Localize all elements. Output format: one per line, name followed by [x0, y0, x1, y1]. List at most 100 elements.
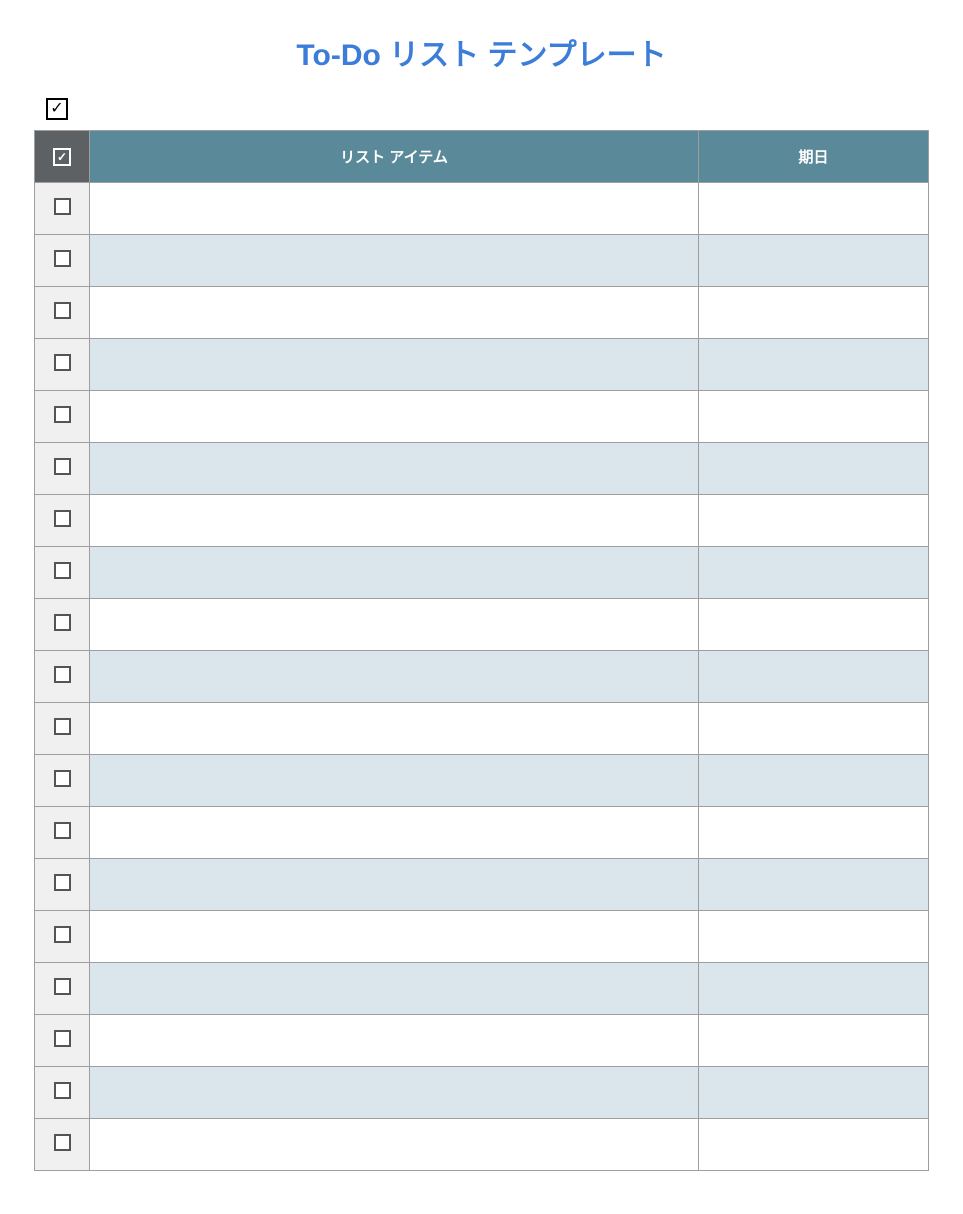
- row-item-cell[interactable]: [90, 1119, 699, 1171]
- row-item-cell[interactable]: [90, 651, 699, 703]
- header-due-column: 期日: [699, 131, 929, 183]
- header-item-column: リスト アイテム: [90, 131, 699, 183]
- unchecked-checkbox-icon[interactable]: [54, 1082, 71, 1099]
- row-due-cell[interactable]: [699, 807, 929, 859]
- table-row: [35, 703, 929, 755]
- table-row: [35, 599, 929, 651]
- page-title: To-Do リスト テンプレート: [34, 30, 929, 74]
- row-item-cell[interactable]: [90, 599, 699, 651]
- row-check-cell[interactable]: [35, 1119, 90, 1171]
- row-check-cell[interactable]: [35, 911, 90, 963]
- table-row: [35, 183, 929, 235]
- table-row: [35, 807, 929, 859]
- unchecked-checkbox-icon[interactable]: [54, 770, 71, 787]
- table-row: [35, 339, 929, 391]
- row-due-cell[interactable]: [699, 651, 929, 703]
- unchecked-checkbox-icon[interactable]: [54, 614, 71, 631]
- row-item-cell[interactable]: [90, 963, 699, 1015]
- row-item-cell[interactable]: [90, 859, 699, 911]
- table-row: [35, 911, 929, 963]
- row-check-cell[interactable]: [35, 547, 90, 599]
- row-check-cell[interactable]: [35, 651, 90, 703]
- unchecked-checkbox-icon[interactable]: [54, 978, 71, 995]
- table-row: [35, 391, 929, 443]
- unchecked-checkbox-icon[interactable]: [54, 198, 71, 215]
- row-due-cell[interactable]: [699, 703, 929, 755]
- row-item-cell[interactable]: [90, 1067, 699, 1119]
- row-check-cell[interactable]: [35, 755, 90, 807]
- row-item-cell[interactable]: [90, 547, 699, 599]
- unchecked-checkbox-icon[interactable]: [54, 406, 71, 423]
- row-due-cell[interactable]: [699, 339, 929, 391]
- row-item-cell[interactable]: [90, 495, 699, 547]
- row-item-cell[interactable]: [90, 391, 699, 443]
- row-check-cell[interactable]: [35, 443, 90, 495]
- todo-table: ✓ リスト アイテム 期日: [34, 130, 929, 1171]
- table-row: [35, 1015, 929, 1067]
- row-due-cell[interactable]: [699, 235, 929, 287]
- row-due-cell[interactable]: [699, 1067, 929, 1119]
- unchecked-checkbox-icon[interactable]: [54, 302, 71, 319]
- row-due-cell[interactable]: [699, 859, 929, 911]
- row-check-cell[interactable]: [35, 183, 90, 235]
- row-due-cell[interactable]: [699, 911, 929, 963]
- table-row: [35, 859, 929, 911]
- table-row: [35, 1067, 929, 1119]
- table-row: [35, 755, 929, 807]
- table-row: [35, 651, 929, 703]
- row-item-cell[interactable]: [90, 443, 699, 495]
- row-check-cell[interactable]: [35, 703, 90, 755]
- row-due-cell[interactable]: [699, 963, 929, 1015]
- unchecked-checkbox-icon[interactable]: [54, 562, 71, 579]
- table-row: [35, 495, 929, 547]
- row-item-cell[interactable]: [90, 339, 699, 391]
- row-due-cell[interactable]: [699, 287, 929, 339]
- row-item-cell[interactable]: [90, 235, 699, 287]
- row-check-cell[interactable]: [35, 339, 90, 391]
- unchecked-checkbox-icon[interactable]: [54, 666, 71, 683]
- unchecked-checkbox-icon[interactable]: [54, 354, 71, 371]
- row-due-cell[interactable]: [699, 1119, 929, 1171]
- top-checkbox-container: ✓: [46, 98, 929, 120]
- row-check-cell[interactable]: [35, 391, 90, 443]
- unchecked-checkbox-icon[interactable]: [54, 926, 71, 943]
- unchecked-checkbox-icon[interactable]: [54, 510, 71, 527]
- unchecked-checkbox-icon[interactable]: [54, 874, 71, 891]
- row-check-cell[interactable]: [35, 235, 90, 287]
- table-row: [35, 235, 929, 287]
- row-item-cell[interactable]: [90, 703, 699, 755]
- unchecked-checkbox-icon[interactable]: [54, 1134, 71, 1151]
- row-item-cell[interactable]: [90, 807, 699, 859]
- row-check-cell[interactable]: [35, 287, 90, 339]
- row-due-cell[interactable]: [699, 599, 929, 651]
- row-due-cell[interactable]: [699, 391, 929, 443]
- row-item-cell[interactable]: [90, 183, 699, 235]
- row-check-cell[interactable]: [35, 807, 90, 859]
- row-due-cell[interactable]: [699, 443, 929, 495]
- row-item-cell[interactable]: [90, 755, 699, 807]
- row-due-cell[interactable]: [699, 183, 929, 235]
- unchecked-checkbox-icon[interactable]: [54, 718, 71, 735]
- row-check-cell[interactable]: [35, 963, 90, 1015]
- row-check-cell[interactable]: [35, 1015, 90, 1067]
- row-item-cell[interactable]: [90, 1015, 699, 1067]
- row-due-cell[interactable]: [699, 547, 929, 599]
- row-due-cell[interactable]: [699, 1015, 929, 1067]
- unchecked-checkbox-icon[interactable]: [54, 250, 71, 267]
- table-row: [35, 287, 929, 339]
- unchecked-checkbox-icon[interactable]: [54, 458, 71, 475]
- row-check-cell[interactable]: [35, 1067, 90, 1119]
- table-row: [35, 1119, 929, 1171]
- checked-checkbox-icon: ✓: [53, 148, 71, 166]
- row-check-cell[interactable]: [35, 859, 90, 911]
- row-due-cell[interactable]: [699, 495, 929, 547]
- table-row: [35, 443, 929, 495]
- row-check-cell[interactable]: [35, 599, 90, 651]
- row-check-cell[interactable]: [35, 495, 90, 547]
- table-header-row: ✓ リスト アイテム 期日: [35, 131, 929, 183]
- unchecked-checkbox-icon[interactable]: [54, 822, 71, 839]
- row-due-cell[interactable]: [699, 755, 929, 807]
- row-item-cell[interactable]: [90, 287, 699, 339]
- row-item-cell[interactable]: [90, 911, 699, 963]
- unchecked-checkbox-icon[interactable]: [54, 1030, 71, 1047]
